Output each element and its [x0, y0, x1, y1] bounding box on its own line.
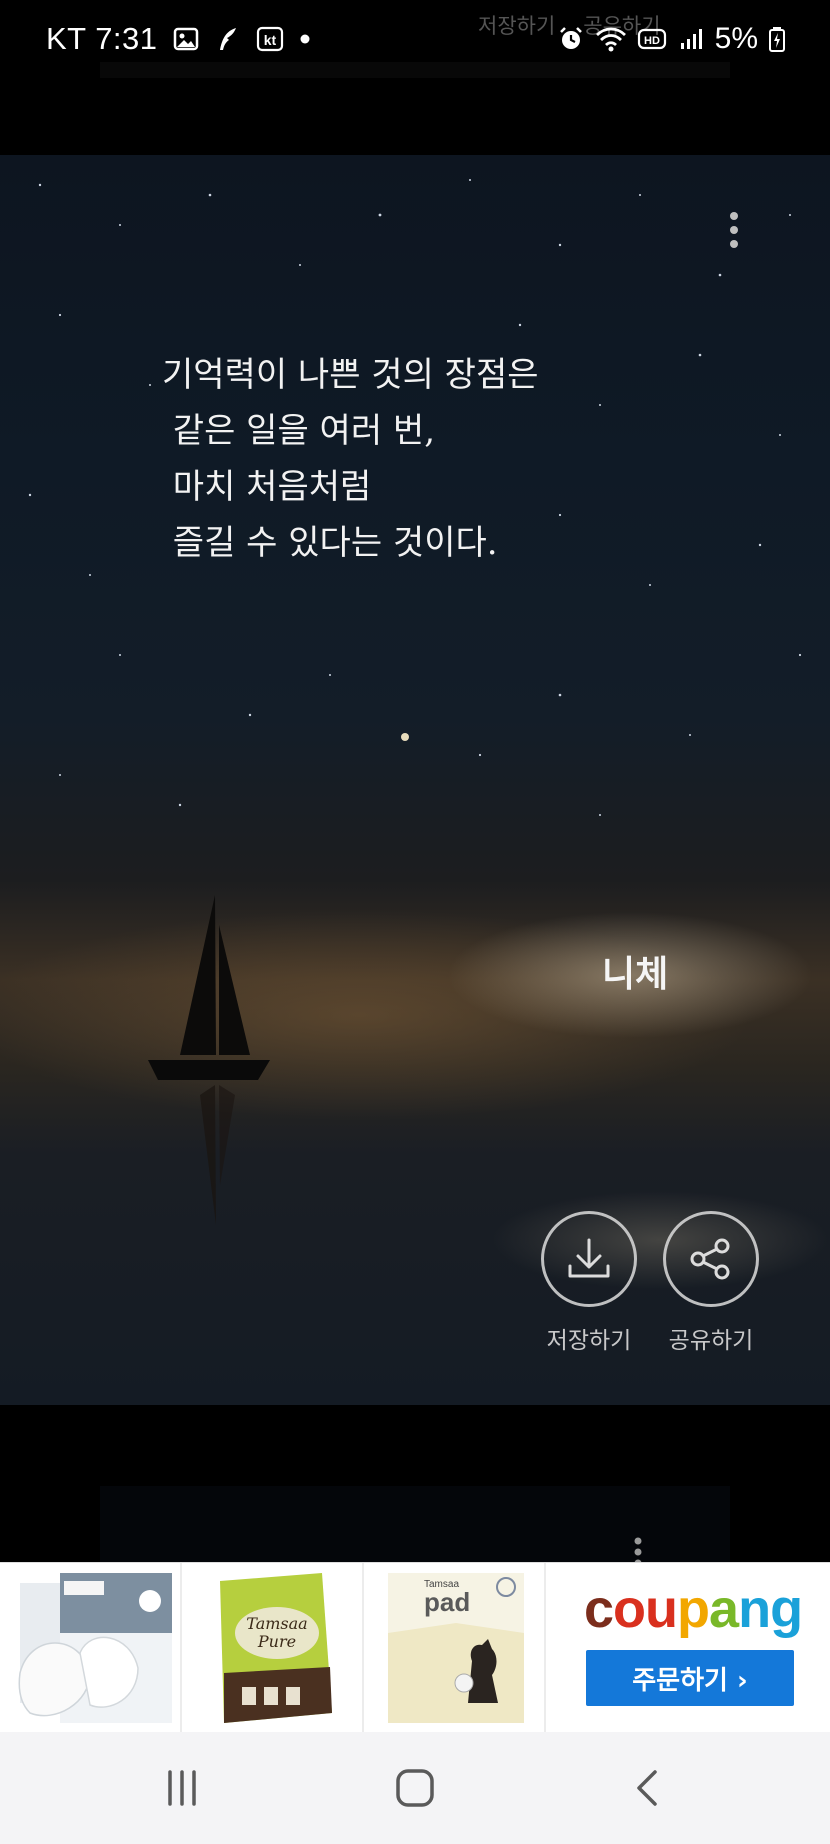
pet-pad-product[interactable]: Tamsaa pad	[364, 1563, 546, 1733]
svg-text:kt: kt	[263, 32, 276, 48]
clock: 7:31	[95, 21, 158, 56]
quote-card: 기억력이 나쁜 것의 장점은 같은 일을 여러 번, 마치 처음처럼 즐길 수 …	[0, 155, 830, 1405]
save-label: 저장하기	[546, 1328, 632, 1354]
save-circle[interactable]	[541, 1211, 637, 1307]
save-button[interactable]: 저장하기	[539, 1211, 639, 1355]
status-bar: 저장하기 공유하기 KT 7:31 kt HD 5%	[0, 0, 830, 78]
carrier-time: KT 7:31	[46, 21, 158, 57]
battery-icon	[769, 27, 785, 52]
quote-line: 기억력이 나쁜 것의 장점은	[162, 355, 539, 395]
more-options-icon[interactable]	[722, 210, 746, 258]
tissue-pack-image: Tamsaa Pure	[220, 1573, 332, 1723]
top-ad-strip	[100, 62, 730, 78]
svg-text:Tamsaa: Tamsaa	[246, 1614, 307, 1633]
quote-line: 즐길 수 있다는 것이다.	[162, 523, 498, 563]
share-circle[interactable]	[663, 1211, 759, 1307]
svg-text:pad: pad	[424, 1587, 470, 1617]
mask-box-image	[18, 1573, 172, 1723]
back-icon	[637, 1770, 657, 1806]
ghost-save-label: 저장하기	[478, 14, 556, 38]
svg-text:Pure: Pure	[257, 1632, 296, 1651]
quote-line: 마치 처음처럼	[162, 467, 372, 507]
hd-icon: HD	[637, 28, 666, 50]
sailboat-silhouette	[148, 895, 270, 1225]
quote-author: 니체	[602, 954, 669, 995]
mask-product[interactable]	[0, 1563, 182, 1733]
share-icon	[690, 1238, 730, 1280]
kt-icon: kt	[256, 26, 283, 52]
navigation-bar	[0, 1732, 830, 1844]
signal-icon	[680, 29, 702, 49]
image-icon	[173, 27, 198, 51]
alarm-icon	[559, 27, 582, 49]
dot-icon	[300, 34, 310, 44]
tissue-product[interactable]: Tamsaa Pure	[182, 1563, 364, 1733]
carrier-label: KT	[46, 21, 87, 56]
wifi-icon	[595, 27, 626, 52]
quill-icon	[219, 28, 236, 50]
home-icon	[396, 1769, 434, 1807]
svg-text:HD: HD	[644, 35, 660, 47]
download-icon	[568, 1238, 610, 1278]
order-button[interactable]: 주문하기 ›	[586, 1650, 794, 1706]
share-label: 공유하기	[668, 1328, 754, 1354]
recent-apps-button[interactable]	[152, 1760, 212, 1816]
battery-percent: 5%	[714, 22, 758, 55]
coupang-logo[interactable]: coupang	[584, 1578, 803, 1640]
recent-apps-icon	[168, 1770, 196, 1806]
pet-pad-image: Tamsaa pad	[388, 1573, 524, 1723]
back-button[interactable]	[618, 1760, 678, 1816]
home-button[interactable]	[385, 1760, 445, 1816]
quote-line: 같은 일을 여러 번,	[162, 411, 435, 451]
share-button[interactable]: 공유하기	[661, 1211, 761, 1355]
quote-text: 기억력이 나쁜 것의 장점은 같은 일을 여러 번, 마치 처음처럼 즐길 수 …	[162, 347, 762, 571]
